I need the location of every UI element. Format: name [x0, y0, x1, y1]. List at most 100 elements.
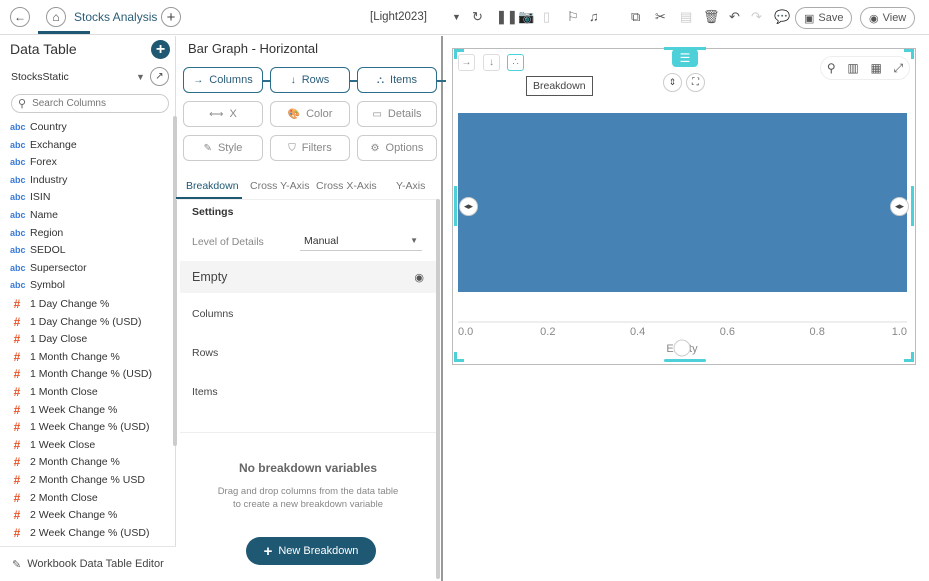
- field-item[interactable]: #2 Month Change % USD: [10, 473, 145, 487]
- redo-icon[interactable]: ↷: [751, 9, 762, 25]
- left-edge-handle[interactable]: [454, 186, 457, 226]
- field-item[interactable]: #2 Month Change %: [10, 455, 120, 469]
- resize-corner-tr[interactable]: [904, 49, 914, 59]
- field-name: 1 Month Change % (USD): [30, 368, 152, 381]
- save-label: Save: [818, 12, 844, 24]
- settings-scrollbar[interactable]: [436, 199, 440, 579]
- button-style[interactable]: ✎ Style: [183, 135, 263, 161]
- left-resize-handle[interactable]: ◂▸: [459, 197, 478, 216]
- x-tick-label: 0.4: [630, 326, 645, 338]
- back-button[interactable]: ←: [10, 7, 30, 27]
- search-columns-field[interactable]: ⚲: [11, 94, 169, 113]
- button-items[interactable]: ⛬ Items: [357, 67, 437, 93]
- field-item[interactable]: abc Symbol: [10, 279, 65, 291]
- search-input[interactable]: [32, 98, 153, 109]
- field-item[interactable]: abc SEDOL: [10, 244, 66, 256]
- add-column-icon[interactable]: →: [458, 54, 475, 71]
- dashboard-tab[interactable]: Stocks Analysis: [74, 10, 157, 24]
- paste-icon[interactable]: ▤: [680, 9, 692, 25]
- save-button[interactable]: ▣ Save: [795, 7, 853, 29]
- add-row-icon[interactable]: ↓: [483, 54, 500, 71]
- delete-icon[interactable]: 🗑: [703, 9, 720, 25]
- numeric-type-icon: #: [13, 525, 21, 540]
- undo-icon[interactable]: ↶: [729, 9, 740, 25]
- button-columns[interactable]: → Columns: [183, 67, 263, 93]
- field-item[interactable]: #1 Week Close: [10, 438, 96, 452]
- chart-toolbar: ⚲ ▥ ▦ ⤢: [820, 56, 910, 80]
- new-breakdown-button[interactable]: + New Breakdown: [246, 537, 376, 565]
- field-item[interactable]: abc Forex: [10, 156, 57, 168]
- field-item[interactable]: #1 Day Change %: [10, 297, 110, 311]
- vertical-resize-icon[interactable]: ⇕: [663, 73, 682, 92]
- bar-empty[interactable]: [458, 113, 907, 292]
- field-item[interactable]: #1 Month Close: [10, 385, 98, 399]
- field-item[interactable]: #1 Month Change %: [10, 350, 120, 364]
- source-dropdown-icon[interactable]: ▼: [136, 72, 145, 82]
- chevron-down-icon: ▼: [410, 236, 418, 245]
- field-item[interactable]: #1 Day Change % (USD): [10, 315, 142, 329]
- text-type-icon: abc: [10, 157, 26, 168]
- alert-bell-icon[interactable]: ♫: [589, 9, 599, 24]
- add-data-table-button[interactable]: +: [151, 40, 170, 59]
- text-type-icon: abc: [10, 174, 26, 185]
- refresh-icon[interactable]: ↻: [472, 9, 483, 25]
- view-button[interactable]: ◉ View: [860, 7, 916, 29]
- eye-icon[interactable]: ◉: [414, 271, 424, 284]
- button-rows[interactable]: ↓ Rows: [270, 67, 350, 93]
- pdf-icon[interactable]: ▯: [543, 9, 550, 25]
- field-item[interactable]: abc ISIN: [10, 191, 50, 203]
- field-item[interactable]: abc Region: [10, 227, 63, 239]
- excel-export-icon[interactable]: ▥: [847, 61, 858, 75]
- lod-select[interactable]: Manual ▼: [300, 231, 422, 251]
- data-source-select[interactable]: StocksStatic: [11, 71, 69, 83]
- empty-breakdown-row[interactable]: Empty ◉: [180, 261, 436, 293]
- pause-icon[interactable]: ❚❚: [496, 9, 518, 25]
- open-external-icon[interactable]: ↗: [150, 67, 169, 86]
- field-item[interactable]: abc Name: [10, 209, 58, 221]
- field-item[interactable]: #1 Month Change % (USD): [10, 367, 152, 381]
- right-resize-handle[interactable]: ◂▸: [890, 197, 909, 216]
- table-view-icon[interactable]: ▦: [870, 61, 881, 75]
- add-tab-button[interactable]: +: [161, 7, 181, 27]
- right-edge-handle[interactable]: [911, 186, 914, 226]
- settings-heading: Settings: [192, 206, 234, 218]
- expand-icon[interactable]: ⤢: [894, 61, 904, 76]
- field-item[interactable]: #2 Week Change % (USD): [10, 525, 150, 540]
- text-type-icon: abc: [10, 122, 26, 132]
- button-color[interactable]: 🎨 Color: [270, 101, 350, 127]
- cut-icon[interactable]: ✂: [655, 9, 666, 25]
- field-item[interactable]: #2 Week Change %: [10, 508, 118, 522]
- snapshot-icon[interactable]: 📷: [518, 9, 534, 25]
- button-options[interactable]: ⚙ Options: [357, 135, 437, 161]
- columns-icon: →: [193, 74, 204, 86]
- duplicate-icon[interactable]: ⧉: [631, 9, 640, 25]
- button-filters[interactable]: ⛉ Filters: [270, 135, 350, 161]
- field-item[interactable]: abc Exchange: [10, 139, 77, 151]
- breakdown-icon[interactable]: ∴: [507, 54, 524, 71]
- field-item[interactable]: #1 Day Close: [10, 332, 88, 346]
- button-details[interactable]: ▭ Details: [357, 101, 437, 127]
- tab-breakdown[interactable]: Breakdown: [186, 180, 239, 192]
- tab-cross-x-axis[interactable]: Cross X-Axis: [316, 180, 377, 192]
- field-item[interactable]: abc Supersector: [10, 262, 87, 274]
- field-item[interactable]: abc Country: [10, 121, 67, 133]
- axis-resize-handle-icon[interactable]: [673, 339, 691, 357]
- tab-cross-y-axis[interactable]: Cross Y-Axis: [250, 180, 310, 192]
- field-item[interactable]: #1 Week Change % (USD): [10, 420, 150, 434]
- tab-y-axis[interactable]: Y-Axis: [396, 180, 425, 192]
- drag-handle-icon[interactable]: ☰: [672, 49, 698, 67]
- comment-icon[interactable]: 💬: [774, 9, 790, 25]
- bookmark-icon[interactable]: ⚐: [567, 9, 579, 25]
- field-item[interactable]: #1 Week Change %: [10, 403, 118, 417]
- button-x[interactable]: ⟷ X: [183, 101, 263, 127]
- home-button[interactable]: ⌂: [46, 7, 66, 27]
- search-icon[interactable]: ⚲: [827, 61, 836, 75]
- workbook-data-table-editor-button[interactable]: ✎ Workbook Data Table Editor: [0, 546, 176, 581]
- field-item[interactable]: abc Industry: [10, 174, 67, 186]
- field-item[interactable]: #2 Month Close: [10, 491, 98, 505]
- panel-title: Data Table: [10, 41, 77, 57]
- fullscreen-icon[interactable]: ⛶: [686, 73, 705, 92]
- no-variables-title: No breakdown variables: [238, 461, 378, 475]
- button-label: Color: [306, 108, 333, 120]
- theme-dropdown-icon[interactable]: ▼: [452, 12, 461, 22]
